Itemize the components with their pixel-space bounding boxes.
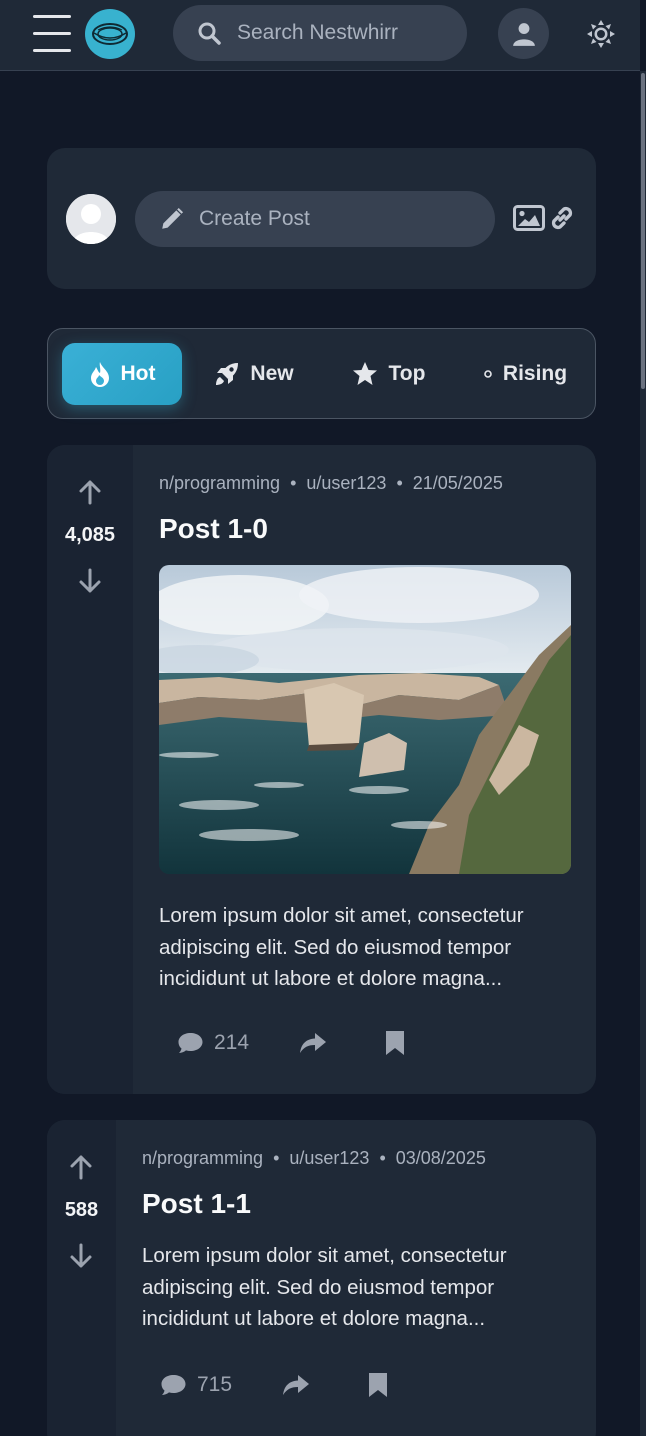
comments-button[interactable]: 715: [160, 1373, 232, 1397]
search-bar[interactable]: [173, 5, 467, 61]
add-image-button[interactable]: [513, 205, 545, 233]
comment-icon: [161, 1375, 186, 1395]
menu-icon[interactable]: [33, 14, 73, 54]
author-link[interactable]: u/user123: [289, 1148, 369, 1168]
avatar[interactable]: [66, 194, 116, 244]
post-image[interactable]: [159, 565, 571, 874]
star-icon: [352, 362, 377, 385]
sun-icon: [587, 20, 615, 48]
post-meta: n/programming • u/user123 • 03/08/2025: [142, 1148, 486, 1168]
author-link[interactable]: u/user123: [306, 473, 386, 493]
vote-column: 4,085: [47, 445, 133, 1094]
sort-tabs: Hot New Top Rising: [47, 328, 596, 419]
community-link[interactable]: n/programming: [159, 473, 280, 493]
tab-new[interactable]: New: [198, 343, 310, 405]
comment-icon: [178, 1033, 203, 1053]
tab-rising-label: Rising: [502, 362, 568, 385]
post-meta: n/programming • u/user123 • 21/05/2025: [159, 473, 503, 493]
tab-top[interactable]: Top: [333, 343, 443, 405]
scrollbar[interactable]: [640, 71, 646, 1436]
tab-new-label: New: [250, 362, 294, 385]
tab-hot-label: Hot: [120, 362, 156, 385]
save-button[interactable]: [384, 1030, 416, 1056]
add-link-button[interactable]: [547, 203, 579, 235]
theme-toggle-button[interactable]: [584, 17, 618, 51]
user-icon: [512, 22, 535, 46]
post-actions: 715: [160, 1372, 399, 1398]
vote-score: 588: [64, 1199, 99, 1221]
post-body: Lorem ipsum dolor sit amet, consectetur …: [142, 1244, 507, 1330]
share-button[interactable]: [282, 1373, 320, 1397]
post-card[interactable]: 588 n/programming • u/user123 • 03/08/2025 P…: [47, 1120, 596, 1436]
post-body: Lorem ipsum dolor sit amet, consectetur …: [159, 904, 524, 990]
upvote-arrow-icon[interactable]: [67, 1153, 95, 1181]
downvote-arrow-icon[interactable]: [67, 1242, 95, 1270]
tab-hot[interactable]: Hot: [62, 343, 182, 405]
tab-rising[interactable]: Rising: [462, 343, 588, 405]
search-icon: [198, 22, 221, 45]
fire-icon: [90, 362, 109, 387]
post-title[interactable]: Post 1-0: [159, 513, 268, 545]
rising-icon: [484, 370, 492, 378]
vote-score: 4,085: [64, 524, 116, 546]
create-post-input[interactable]: Create Post: [135, 191, 495, 247]
user-menu-button[interactable]: [498, 8, 549, 59]
coastal-landscape-image: [159, 565, 571, 874]
comment-count: 214: [214, 1031, 250, 1054]
downvote-arrow-icon[interactable]: [76, 567, 104, 595]
community-link[interactable]: n/programming: [142, 1148, 263, 1168]
create-post-card: Create Post: [47, 148, 596, 289]
vote-column: 588: [47, 1120, 116, 1436]
comments-button[interactable]: 214: [177, 1031, 249, 1055]
pencil-icon: [162, 207, 184, 229]
link-icon: [551, 206, 573, 230]
default-avatar-icon: [66, 194, 116, 244]
share-icon: [300, 1033, 327, 1053]
tab-top-label: Top: [388, 362, 426, 385]
share-icon: [283, 1375, 310, 1395]
image-icon: [513, 205, 545, 231]
bookmark-icon: [369, 1373, 388, 1397]
post-actions: 214: [177, 1030, 416, 1056]
post-date: 21/05/2025: [412, 473, 503, 493]
scrollbar-thumb[interactable]: [641, 73, 645, 389]
comment-count: 715: [197, 1373, 233, 1396]
share-button[interactable]: [299, 1031, 337, 1055]
rocket-icon: [216, 363, 239, 385]
nest-logo-icon: [92, 23, 128, 45]
post-date: 03/08/2025: [395, 1148, 486, 1168]
bookmark-icon: [386, 1031, 405, 1055]
save-button[interactable]: [367, 1372, 399, 1398]
top-header: [0, 0, 640, 71]
logo[interactable]: [85, 9, 135, 59]
post-title[interactable]: Post 1-1: [142, 1188, 251, 1220]
search-input[interactable]: [237, 21, 457, 45]
create-post-placeholder: Create Post: [199, 207, 310, 230]
post-card[interactable]: 4,085 n/programming • u/user123 • 21/05/2025…: [47, 445, 596, 1094]
upvote-arrow-icon[interactable]: [76, 478, 104, 506]
